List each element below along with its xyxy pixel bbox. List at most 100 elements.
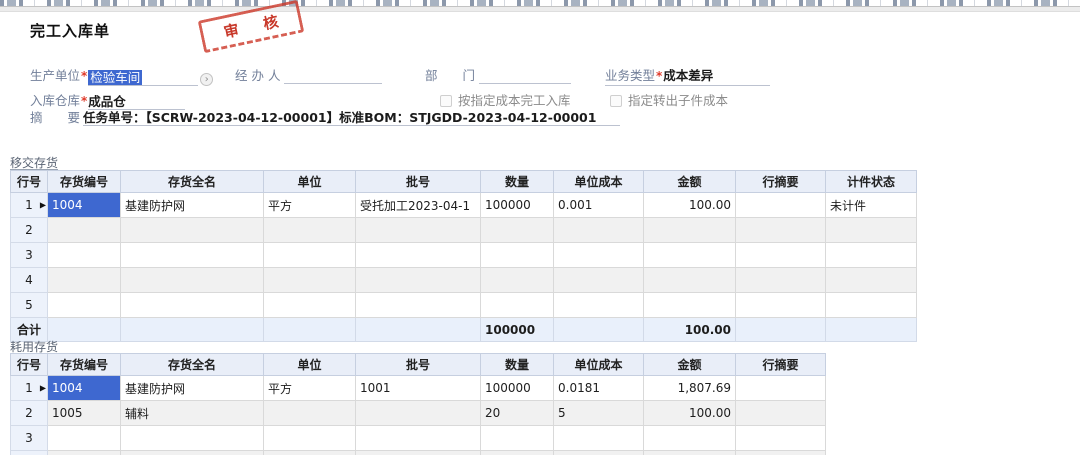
empty-cell[interactable] (554, 426, 644, 451)
production-unit-value[interactable]: 检验车间 (88, 70, 142, 85)
empty-cell[interactable] (48, 451, 121, 455)
business-type-value[interactable]: 成本差异 (663, 68, 713, 83)
cell-unit-cost[interactable]: 0.001 (554, 193, 644, 218)
cell-row-summary[interactable] (736, 376, 826, 401)
cell-name[interactable]: 基建防护网 (121, 193, 264, 218)
empty-cell[interactable] (554, 218, 644, 243)
cell-unit[interactable]: 平方 (264, 376, 356, 401)
row-number-cell[interactable]: 3 (11, 426, 48, 451)
empty-cell[interactable] (121, 218, 264, 243)
empty-cell[interactable] (736, 293, 826, 318)
empty-cell[interactable] (736, 218, 826, 243)
department-input[interactable] (479, 67, 571, 84)
empty-cell[interactable] (481, 243, 554, 268)
cell-qty[interactable]: 20 (481, 401, 554, 426)
empty-cell[interactable] (644, 243, 736, 268)
cell-batch[interactable]: 1001 (356, 376, 481, 401)
empty-cell[interactable] (356, 426, 481, 451)
cell-batch[interactable]: 受托加工2023-04-1 (356, 193, 481, 218)
empty-cell[interactable] (264, 268, 356, 293)
empty-cell[interactable] (481, 451, 554, 455)
row-number-cell[interactable]: 1▶ (11, 376, 48, 401)
empty-cell[interactable] (264, 426, 356, 451)
empty-cell[interactable] (481, 218, 554, 243)
row-number-cell[interactable]: 5 (11, 293, 48, 318)
lookup-icon[interactable]: › (200, 73, 213, 86)
row-number-cell[interactable]: 1▶ (11, 193, 48, 218)
cell-row-summary[interactable] (736, 401, 826, 426)
row-number-cell[interactable]: 2 (11, 218, 48, 243)
empty-cell[interactable] (121, 293, 264, 318)
empty-cell[interactable] (826, 243, 917, 268)
cell-batch[interactable] (356, 401, 481, 426)
row-number-cell[interactable] (11, 451, 48, 455)
cell-row-summary[interactable] (736, 193, 826, 218)
empty-cell[interactable] (48, 218, 121, 243)
empty-cell[interactable] (48, 243, 121, 268)
empty-cell[interactable] (644, 293, 736, 318)
empty-cell[interactable] (48, 268, 121, 293)
row-number-cell[interactable]: 2 (11, 401, 48, 426)
empty-cell[interactable] (644, 268, 736, 293)
cell-piece-status[interactable]: 未计件 (826, 193, 917, 218)
checkbox-specified-cost-group: 按指定成本完工入库 (440, 92, 571, 109)
cell-amount[interactable]: 1,807.69 (644, 376, 736, 401)
empty-cell[interactable] (736, 268, 826, 293)
summary-input[interactable]: 任务单号：【SCRW-2023-04-12-00001】标准BOM：STJGDD… (83, 109, 620, 126)
page-title: 完工入库单 (30, 20, 110, 41)
empty-cell[interactable] (481, 426, 554, 451)
cell-code[interactable]: 1005 (48, 401, 121, 426)
cell-unit[interactable]: 平方 (264, 193, 356, 218)
empty-cell[interactable] (481, 293, 554, 318)
empty-cell[interactable] (264, 243, 356, 268)
empty-cell[interactable] (264, 218, 356, 243)
empty-cell[interactable] (121, 426, 264, 451)
empty-cell[interactable] (644, 426, 736, 451)
empty-cell[interactable] (554, 268, 644, 293)
empty-cell[interactable] (554, 293, 644, 318)
warehouse-value[interactable]: 成品仓 (88, 94, 126, 109)
cell-name[interactable]: 基建防护网 (121, 376, 264, 401)
summary-value[interactable]: 任务单号：【SCRW-2023-04-12-00001】标准BOM：STJGDD… (83, 110, 596, 125)
cell-code[interactable]: 1004 (48, 193, 121, 218)
production-unit-input[interactable]: 检验车间 (88, 69, 198, 86)
cell-qty[interactable]: 100000 (481, 376, 554, 401)
cell-unit[interactable] (264, 401, 356, 426)
row-number-cell[interactable]: 4 (11, 268, 48, 293)
cell-amount[interactable]: 100.00 (644, 193, 736, 218)
row-number-cell[interactable]: 3 (11, 243, 48, 268)
checkbox-component-cost[interactable] (610, 95, 622, 107)
empty-cell[interactable] (121, 243, 264, 268)
empty-cell[interactable] (264, 451, 356, 455)
cell-name[interactable]: 辅料 (121, 401, 264, 426)
checkbox-specified-cost[interactable] (440, 95, 452, 107)
empty-cell[interactable] (356, 218, 481, 243)
empty-cell[interactable] (48, 426, 121, 451)
cell-unit-cost[interactable]: 5 (554, 401, 644, 426)
empty-cell[interactable] (736, 451, 826, 455)
empty-cell[interactable] (736, 243, 826, 268)
cell-qty[interactable]: 100000 (481, 193, 554, 218)
empty-cell[interactable] (826, 293, 917, 318)
handler-input[interactable] (284, 67, 382, 84)
empty-cell[interactable] (48, 293, 121, 318)
empty-cell[interactable] (264, 293, 356, 318)
empty-cell[interactable] (121, 451, 264, 455)
cell-unit-cost[interactable]: 0.0181 (554, 376, 644, 401)
empty-cell[interactable] (356, 451, 481, 455)
empty-cell[interactable] (121, 268, 264, 293)
empty-cell[interactable] (554, 451, 644, 455)
empty-cell[interactable] (826, 268, 917, 293)
empty-cell[interactable] (644, 218, 736, 243)
empty-cell[interactable] (356, 268, 481, 293)
cell-code[interactable]: 1004 (48, 376, 121, 401)
empty-cell[interactable] (554, 243, 644, 268)
empty-cell[interactable] (481, 268, 554, 293)
empty-cell[interactable] (736, 426, 826, 451)
warehouse-input[interactable]: 成品仓 (88, 93, 185, 110)
empty-cell[interactable] (826, 218, 917, 243)
empty-cell[interactable] (356, 293, 481, 318)
cell-amount[interactable]: 100.00 (644, 401, 736, 426)
empty-cell[interactable] (356, 243, 481, 268)
empty-cell[interactable] (644, 451, 736, 455)
